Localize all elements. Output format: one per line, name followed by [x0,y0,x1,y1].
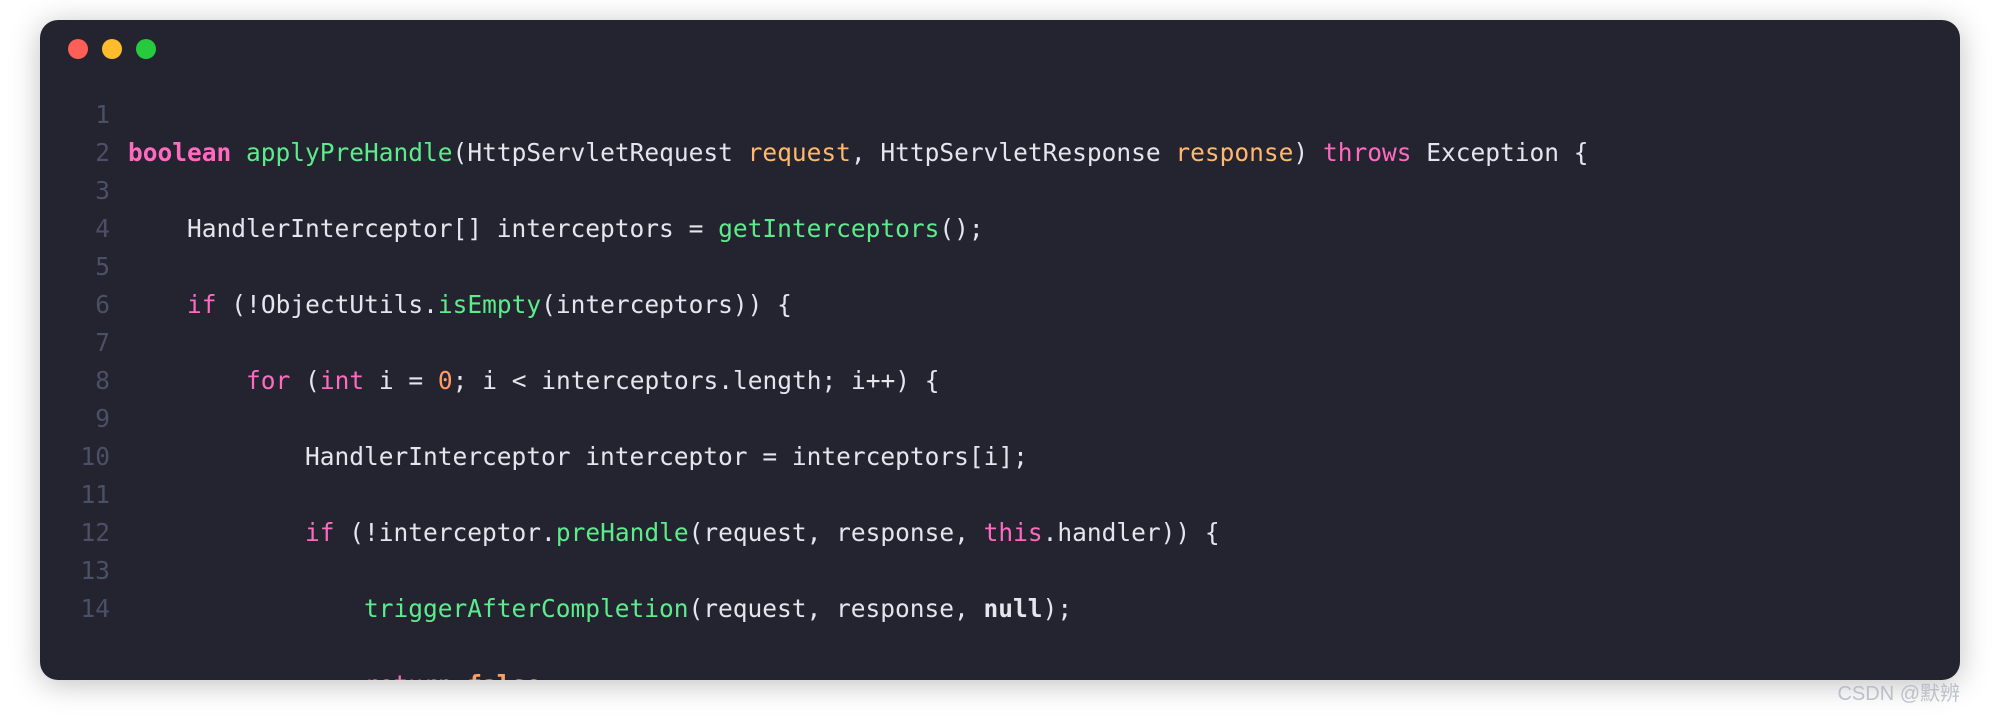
keyword: throws [1323,138,1412,167]
function-name: applyPreHandle [246,138,453,167]
window-titlebar [40,20,1960,78]
code-area: 1 2 3 4 5 6 7 8 9 10 11 12 13 14 boolean… [40,78,1960,680]
line-number: 10 [40,438,110,476]
keyword: if [305,518,335,547]
line-number: 11 [40,476,110,514]
punct: ) { [895,366,939,395]
punct: ) [1293,138,1323,167]
line-number: 13 [40,552,110,590]
line-number: 12 [40,514,110,552]
type: HandlerInterceptor [305,442,571,471]
minimize-icon[interactable] [102,39,122,59]
punct: . [423,290,438,319]
line-number: 8 [40,362,110,400]
punct: ; [453,366,468,395]
function-name: preHandle [556,518,689,547]
keyword: if [187,290,217,319]
code-line: if (!interceptor.preHandle(request, resp… [128,514,1589,552]
boolean-literal: false [467,670,541,680]
punct: .handler)) { [1043,518,1220,547]
line-number: 3 [40,172,110,210]
expr: i < interceptors.length; [482,366,836,395]
type: HttpServletResponse [880,138,1160,167]
type: Exception [1426,138,1559,167]
punct: (); [939,214,983,243]
function-name: isEmpty [438,290,541,319]
keyword: this [984,518,1043,547]
keyword: return [364,670,453,680]
punct: (interceptors)) { [541,290,792,319]
code-content[interactable]: boolean applyPreHandle(HttpServletReques… [118,96,1589,680]
code-line: return false; [128,666,1589,680]
punct: (request, response, [689,518,984,547]
maximize-icon[interactable] [136,39,156,59]
punct: , [851,138,881,167]
close-icon[interactable] [68,39,88,59]
punct: ); [1043,594,1073,623]
code-line: HandlerInterceptor interceptor = interce… [128,438,1589,476]
function-name: getInterceptors [718,214,939,243]
code-window: 1 2 3 4 5 6 7 8 9 10 11 12 13 14 boolean… [40,20,1960,680]
line-number: 7 [40,324,110,362]
line-number: 4 [40,210,110,248]
null-literal: null [984,594,1043,623]
punct: ( [305,366,320,395]
punct: (request, response, [689,594,984,623]
line-number: 2 [40,134,110,172]
code-line: boolean applyPreHandle(HttpServletReques… [128,134,1589,172]
identifier: interceptor [585,442,747,471]
line-number: 9 [40,400,110,438]
line-number: 6 [40,286,110,324]
keyword: boolean [128,138,231,167]
code-line: triggerAfterCompletion(request, response… [128,590,1589,628]
punct: = [689,214,704,243]
identifier: interceptors [497,214,674,243]
type: ObjectUtils [261,290,423,319]
expr: i++ [851,366,895,395]
punct: (! [231,290,261,319]
keyword: for [246,366,290,395]
keyword: int [320,366,364,395]
expr: interceptors[i]; [792,442,1028,471]
punct: ; [541,670,556,680]
punct: = [408,366,423,395]
code-line: HandlerInterceptor[] interceptors = getI… [128,210,1589,248]
param: response [1175,138,1293,167]
punct: ( [453,138,468,167]
watermark: CSDN @默辨 [1837,677,1960,706]
function-name: triggerAfterCompletion [364,594,689,623]
punct: { [1574,138,1589,167]
line-number: 1 [40,96,110,134]
code-line: for (int i = 0; i < interceptors.length;… [128,362,1589,400]
line-number: 5 [40,248,110,286]
number: 0 [438,366,453,395]
identifier: i [379,366,394,395]
code-line: if (!ObjectUtils.isEmpty(interceptors)) … [128,286,1589,324]
line-number: 14 [40,590,110,628]
type: HttpServletRequest [467,138,733,167]
param: request [748,138,851,167]
punct: (!interceptor. [349,518,556,547]
punct: = [762,442,777,471]
type: HandlerInterceptor[] [187,214,482,243]
line-number-gutter: 1 2 3 4 5 6 7 8 9 10 11 12 13 14 [40,96,118,680]
